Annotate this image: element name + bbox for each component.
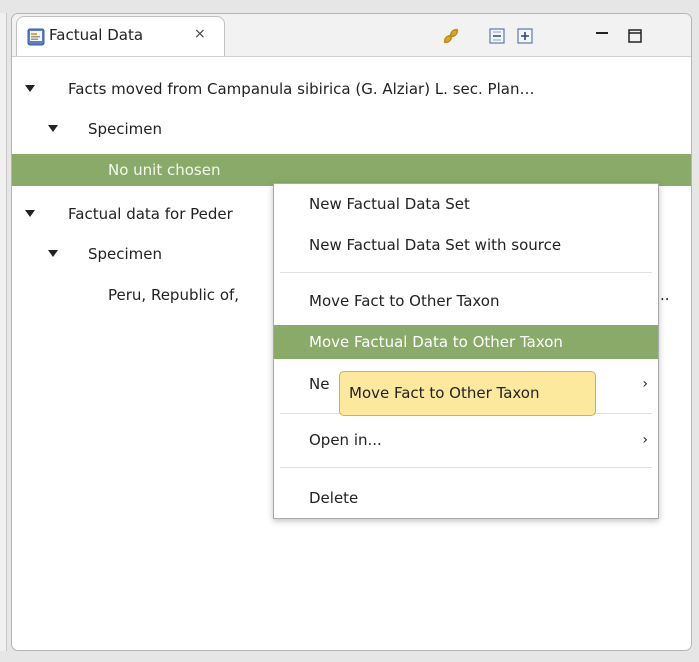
tree-row-label: Peru, Republic of,: [108, 286, 240, 304]
context-menu: New Factual Data Set New Factual Data Se…: [273, 183, 659, 519]
menu-item-open-in[interactable]: Open in... ›: [274, 423, 658, 457]
menu-item-label: New Factual Data Set with source: [309, 236, 562, 254]
tree-row-no-unit-chosen[interactable]: No unit chosen: [12, 154, 691, 186]
tree-row-specimen[interactable]: Specimen: [12, 113, 691, 145]
menu-item-move-fact[interactable]: Move Fact to Other Taxon: [274, 284, 658, 318]
minimize-icon[interactable]: [592, 26, 612, 46]
menu-item-new-factual-data-set[interactable]: New Factual Data Set: [274, 187, 658, 221]
menu-item-label: Delete: [309, 489, 359, 507]
link-with-editor-icon[interactable]: [441, 26, 461, 46]
collapse-all-icon[interactable]: [487, 26, 507, 46]
menu-item-delete[interactable]: Delete: [274, 481, 658, 515]
menu-item-label: Open in...: [309, 431, 382, 449]
expanded-arrow-icon[interactable]: [48, 250, 58, 257]
tree-row-label: Facts moved from Campanula sibirica (G. …: [68, 80, 535, 98]
menu-item-new-factual-data-set-with-source[interactable]: New Factual Data Set with source: [274, 228, 658, 262]
tooltip: Move Fact to Other Taxon: [339, 371, 596, 416]
tree-row-label: No unit chosen: [108, 161, 221, 179]
menu-item-label: Ne: [309, 375, 330, 393]
tab-label: Factual Data: [49, 26, 144, 44]
maximize-icon[interactable]: [625, 26, 645, 46]
expand-all-icon[interactable]: [515, 26, 535, 46]
tree-row-label: Factual data for Peder: [68, 205, 233, 223]
menu-item-label: New Factual Data Set: [309, 195, 470, 213]
factual-data-icon: [27, 28, 45, 46]
menu-item-label: Move Factual Data to Other Taxon: [309, 333, 563, 351]
tab-factual-data[interactable]: Factual Data ⨯: [16, 16, 225, 56]
tree-row-facts-moved[interactable]: Facts moved from Campanula sibirica (G. …: [12, 73, 691, 105]
chevron-right-icon: ›: [642, 432, 648, 448]
menu-separator: [280, 272, 652, 273]
close-icon[interactable]: ⨯: [194, 26, 206, 42]
left-window-edge: [0, 13, 7, 651]
expanded-arrow-icon[interactable]: [25, 85, 35, 92]
menu-item-move-factual-data[interactable]: Move Factual Data to Other Taxon: [274, 325, 658, 359]
menu-separator: [280, 467, 652, 468]
view-header: Factual Data ⨯: [12, 14, 691, 57]
tree-row-label: Specimen: [88, 120, 163, 138]
expanded-arrow-icon[interactable]: [25, 210, 35, 217]
tree-row-overflow: ..: [660, 286, 670, 304]
chevron-right-icon: ›: [642, 376, 648, 392]
tree-row-label: Specimen: [88, 245, 163, 263]
menu-item-label: Move Fact to Other Taxon: [309, 292, 500, 310]
expanded-arrow-icon[interactable]: [48, 125, 58, 132]
